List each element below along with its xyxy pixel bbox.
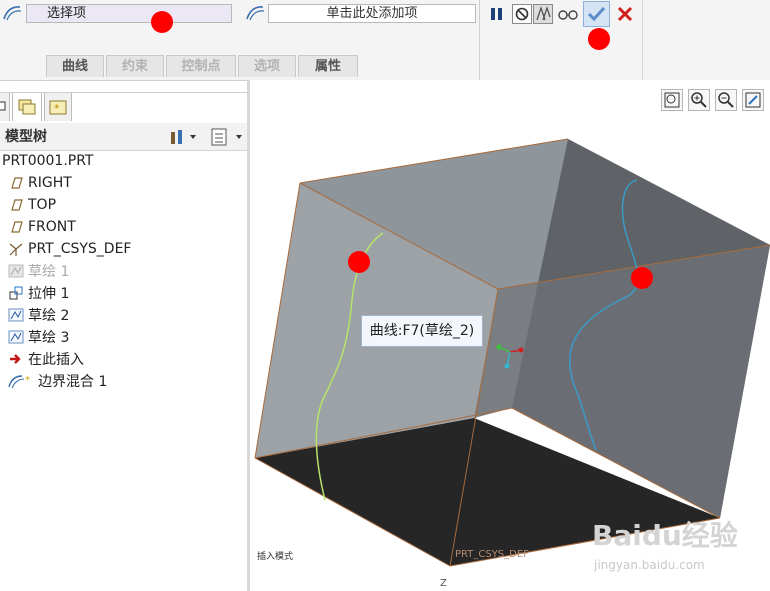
tree-show-icon[interactable] (210, 127, 244, 147)
tree-item-sketch-1[interactable]: 草绘 1 (8, 261, 69, 281)
tab-curves[interactable]: 曲线 (46, 55, 104, 77)
preview-icon[interactable] (533, 4, 553, 24)
tree-settings-icon[interactable] (168, 127, 198, 147)
tree-item-label: 拉伸 1 (28, 286, 70, 302)
zoom-in-icon[interactable] (688, 89, 710, 111)
zoom-out-icon[interactable] (715, 89, 737, 111)
selection-collector[interactable]: 选择项 (26, 4, 232, 23)
tree-item-label: PRT0001.PRT (2, 153, 94, 169)
tree-item-sketch-3[interactable]: 草绘 3 (8, 327, 69, 347)
tree-item-label: 草绘 1 (28, 264, 70, 280)
tree-tab-model[interactable] (0, 92, 10, 121)
tree-item-label: PRT_CSYS_DEF (28, 241, 132, 257)
annotation-marker (151, 11, 173, 33)
dashboard-tabs: 曲线 约束 控制点 选项 属性 (46, 55, 360, 77)
tab-control-points[interactable]: 控制点 (166, 55, 236, 77)
check-icon[interactable] (583, 1, 610, 27)
tree-item-label: RIGHT (28, 175, 72, 191)
tree-tab-folders[interactable] (12, 92, 42, 121)
sketch-icon (8, 329, 24, 345)
add-item-collector[interactable]: 单击此处添加项 (268, 4, 476, 23)
boundary-blend-icon: * (8, 373, 34, 389)
watermark-brand: Baidu经验 (592, 519, 738, 552)
watermark-site: jingyan.baidu.com (594, 558, 705, 572)
csys-icon (8, 241, 24, 257)
dashboard-separator-right (642, 0, 643, 80)
tree-item-label: 草绘 2 (28, 308, 70, 324)
annotation-marker (348, 251, 370, 273)
svg-text:*: * (54, 102, 60, 115)
tree-item-front[interactable]: FRONT (8, 217, 76, 237)
cancel-icon[interactable] (615, 4, 635, 24)
tree-item-right[interactable]: RIGHT (8, 173, 72, 193)
tree-tab-strip (0, 92, 248, 93)
no-preview-icon[interactable] (512, 4, 532, 24)
datum-plane-icon (8, 219, 24, 235)
tree-item-label: 草绘 3 (28, 330, 70, 346)
csys-label: PRT_CSYS_DEF (455, 549, 529, 560)
svg-text:*: * (25, 375, 30, 386)
curve-icon (2, 4, 22, 22)
sketch-icon (8, 307, 24, 323)
tree-item-csys[interactable]: PRT_CSYS_DEF (8, 239, 131, 259)
tree-tab-favorites[interactable]: * (44, 92, 72, 121)
tab-properties[interactable]: 属性 (298, 55, 358, 77)
axis-label: Z (440, 578, 447, 589)
insert-arrow-icon (8, 351, 24, 367)
tree-title: 模型树 (5, 129, 47, 145)
tree-item-label: TOP (28, 197, 57, 213)
tree-item-insert-here[interactable]: 在此插入 (8, 349, 84, 369)
tab-constraints[interactable]: 约束 (106, 55, 164, 77)
tree-item-extrude-1[interactable]: 拉伸 1 (8, 283, 69, 303)
datum-plane-icon (8, 175, 24, 191)
insert-mode-label: 插入模式 (257, 552, 294, 562)
tree-item-label: 在此插入 (28, 352, 84, 368)
datum-plane-icon (8, 197, 24, 213)
tree-item-sketch-2[interactable]: 草绘 2 (8, 305, 69, 325)
annotation-marker (631, 267, 653, 289)
refit-icon[interactable] (661, 89, 683, 111)
curve-tooltip: 曲线:F7(草绘_2) (361, 315, 483, 347)
dashboard-separator (479, 0, 480, 80)
selection-collector-label: 选择项 (47, 6, 87, 21)
annotation-marker (588, 28, 610, 50)
tree-item-label: FRONT (28, 219, 76, 235)
tree-item-label: 边界混合 1 (38, 374, 108, 390)
tree-item-boundary-blend-1[interactable]: * 边界混合 1 (8, 371, 107, 391)
tree-item-part[interactable]: PRT0001.PRT (2, 151, 94, 171)
sketch-icon (8, 263, 24, 279)
extrude-icon (8, 285, 24, 301)
curve-icon-second (245, 4, 265, 22)
glasses-icon[interactable] (557, 4, 578, 24)
pause-icon[interactable] (487, 4, 507, 24)
add-item-label: 单击此处添加项 (326, 6, 418, 21)
tab-options[interactable]: 选项 (238, 55, 296, 77)
repaint-icon[interactable] (742, 89, 764, 111)
tree-item-top[interactable]: TOP (8, 195, 56, 215)
